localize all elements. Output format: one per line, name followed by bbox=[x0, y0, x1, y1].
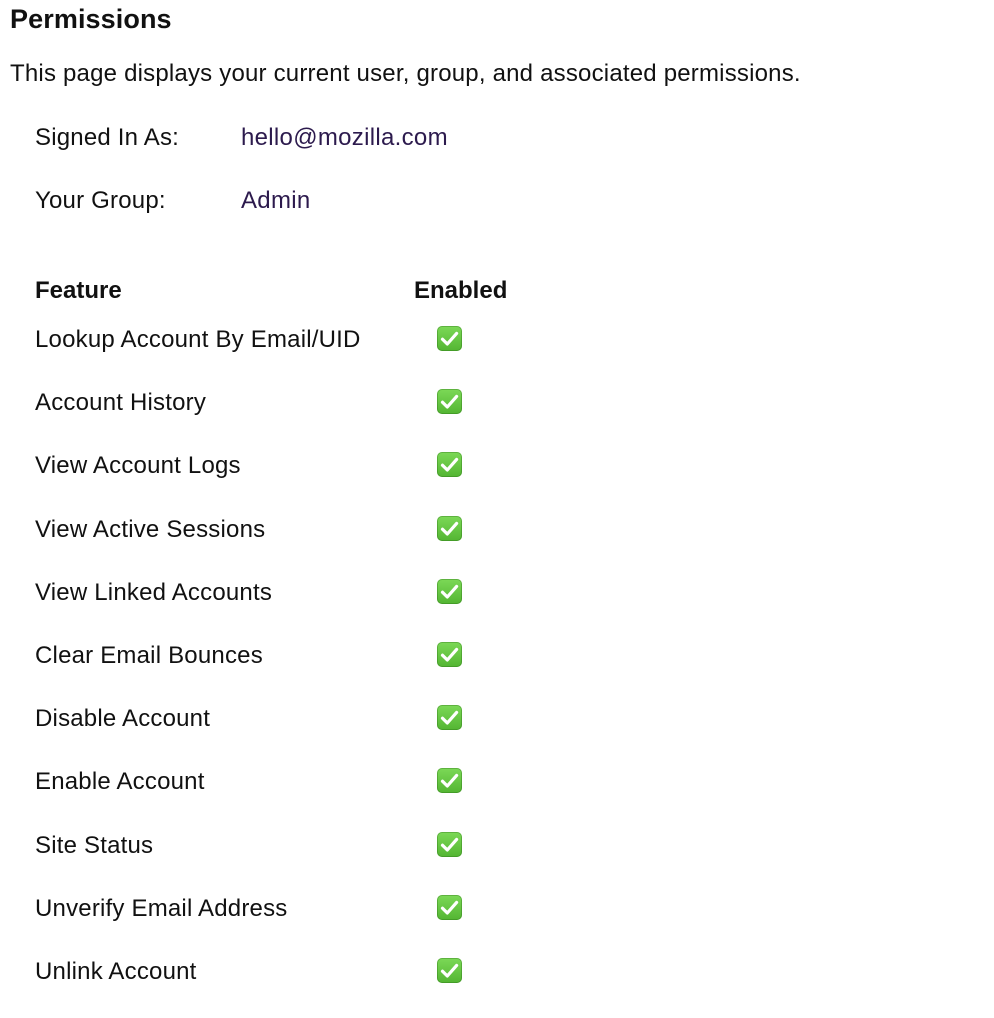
table-row: Account History bbox=[35, 373, 555, 436]
enabled-column-header: Enabled bbox=[414, 277, 508, 304]
signed-in-label: Signed In As: bbox=[35, 124, 180, 151]
page-title: Permissions bbox=[10, 4, 172, 34]
group-value: Admin bbox=[241, 187, 311, 214]
check-mark-button-icon bbox=[437, 515, 462, 541]
feature-name: Account History bbox=[35, 389, 207, 417]
feature-name: Disable Account bbox=[35, 705, 211, 733]
table-row: Site Status bbox=[35, 816, 555, 879]
table-row: Clear Email Bounces bbox=[35, 626, 555, 689]
permissions-table-header: Feature Enabled bbox=[35, 272, 555, 310]
table-row: View Linked Accounts bbox=[35, 563, 555, 626]
check-mark-button-icon bbox=[437, 705, 462, 731]
feature-name: Lookup Account By Email/UID bbox=[35, 326, 361, 353]
feature-name: Enable Account bbox=[35, 768, 205, 796]
check-mark-button-icon bbox=[437, 641, 462, 667]
feature-name: View Linked Accounts bbox=[35, 578, 273, 606]
table-row: View Account Logs bbox=[35, 436, 555, 499]
check-mark-button-icon bbox=[437, 894, 462, 920]
permissions-table: Feature Enabled Lookup Account By Email/… bbox=[35, 272, 555, 1005]
feature-name: Clear Email Bounces bbox=[35, 641, 263, 669]
check-mark-button-icon bbox=[437, 578, 462, 604]
page-description: This page displays your current user, gr… bbox=[10, 60, 801, 87]
group-row: Your Group: Admin bbox=[35, 184, 635, 218]
table-row: View Active Sessions bbox=[35, 500, 555, 563]
feature-name: Unlink Account bbox=[35, 957, 197, 985]
check-mark-button-icon bbox=[437, 957, 462, 983]
check-mark-button-icon bbox=[437, 389, 462, 415]
check-mark-button-icon bbox=[437, 326, 462, 351]
check-mark-button-icon bbox=[437, 768, 462, 794]
signed-in-row: Signed In As: hello@mozilla.com bbox=[35, 121, 635, 155]
feature-name: Unverify Email Address bbox=[35, 894, 288, 922]
feature-name: View Active Sessions bbox=[35, 515, 266, 543]
table-row: Lookup Account By Email/UID bbox=[35, 310, 555, 373]
feature-name: Site Status bbox=[35, 831, 154, 859]
signed-in-email: hello@mozilla.com bbox=[241, 124, 448, 151]
table-row: Enable Account bbox=[35, 752, 555, 815]
table-row: Unlink Account bbox=[35, 942, 555, 1005]
table-row: Disable Account bbox=[35, 689, 555, 752]
group-label: Your Group: bbox=[35, 187, 166, 214]
table-row: Unverify Email Address bbox=[35, 879, 555, 942]
check-mark-button-icon bbox=[437, 452, 462, 478]
feature-column-header: Feature bbox=[35, 277, 122, 304]
permissions-table-body: Lookup Account By Email/UID Account Histo… bbox=[35, 310, 555, 1005]
feature-name: View Account Logs bbox=[35, 452, 241, 480]
check-mark-button-icon bbox=[437, 831, 462, 857]
